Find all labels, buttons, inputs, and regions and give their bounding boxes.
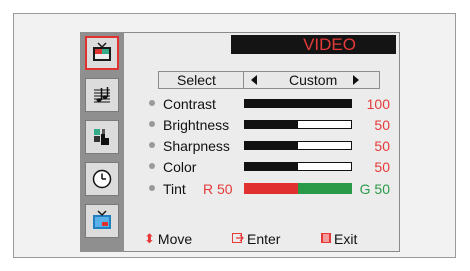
enter-hint: Enter xyxy=(232,229,280,249)
setting-row-brightness[interactable]: Brightness 50 xyxy=(145,116,390,134)
setting-row-color[interactable]: Color 50 xyxy=(145,158,390,176)
tint-green-segment xyxy=(298,183,352,194)
setting-label: Tint xyxy=(163,181,186,197)
slider-fill xyxy=(245,142,298,149)
up-down-arrow-icon: ⬍ xyxy=(144,231,155,246)
menu-sidebar xyxy=(80,32,124,252)
picture-icon xyxy=(93,42,111,61)
bullet-icon xyxy=(149,121,155,127)
setting-value: 50 xyxy=(374,138,390,154)
tint-green-value: G 50 xyxy=(359,181,390,197)
sound-icon xyxy=(94,87,110,103)
slider-fill xyxy=(245,163,298,170)
clock-icon xyxy=(92,169,112,189)
setting-row-tint[interactable]: Tint R 50 G 50 xyxy=(145,180,390,198)
bullet-icon xyxy=(149,100,155,106)
setting-row-sharpness[interactable]: Sharpness 50 xyxy=(145,137,390,155)
sidebar-item-sound[interactable] xyxy=(85,78,119,112)
tint-slider[interactable] xyxy=(244,183,352,194)
bullet-icon xyxy=(149,163,155,169)
setting-label: Brightness xyxy=(163,117,230,133)
slider-fill xyxy=(245,121,298,128)
move-hint: ⬍ Move xyxy=(144,229,192,249)
enter-label: Enter xyxy=(247,231,281,247)
setting-value: 50 xyxy=(374,117,390,133)
setting-slider[interactable] xyxy=(244,141,352,150)
menu-footer: ⬍ Move Enter Exit xyxy=(80,229,400,249)
setting-row-contrast[interactable]: Contrast 100 xyxy=(145,95,390,113)
tint-red-segment xyxy=(244,183,298,194)
setting-slider[interactable] xyxy=(244,120,352,129)
bullet-icon xyxy=(149,185,155,191)
setting-value: 50 xyxy=(374,159,390,175)
setting-slider[interactable] xyxy=(244,99,352,108)
setting-label: Sharpness xyxy=(163,138,230,154)
sidebar-item-channel[interactable] xyxy=(85,120,119,154)
slider-fill xyxy=(245,100,351,107)
tint-red-value: R 50 xyxy=(203,181,233,197)
exit-hint: Exit xyxy=(321,229,357,249)
select-value: Custom xyxy=(289,72,338,88)
setting-label: Contrast xyxy=(163,96,216,112)
arrow-left-icon[interactable] xyxy=(251,75,257,85)
setting-value: 100 xyxy=(366,96,390,112)
enter-icon xyxy=(232,229,244,249)
select-label: Select xyxy=(177,72,216,88)
sidebar-item-time[interactable] xyxy=(85,162,119,196)
exit-label: Exit xyxy=(334,231,358,247)
arrow-right-icon[interactable] xyxy=(353,75,359,85)
bullet-icon xyxy=(149,142,155,148)
channel-icon xyxy=(94,129,109,145)
select-divider xyxy=(243,72,244,88)
setting-label: Color xyxy=(163,159,197,175)
exit-icon xyxy=(321,229,331,249)
setting-slider[interactable] xyxy=(244,162,352,171)
menu-title: VIDEO xyxy=(231,35,396,54)
mode-select[interactable]: Select Custom xyxy=(158,71,380,89)
sidebar-item-picture[interactable] xyxy=(85,36,119,70)
move-label: Move xyxy=(157,231,193,247)
